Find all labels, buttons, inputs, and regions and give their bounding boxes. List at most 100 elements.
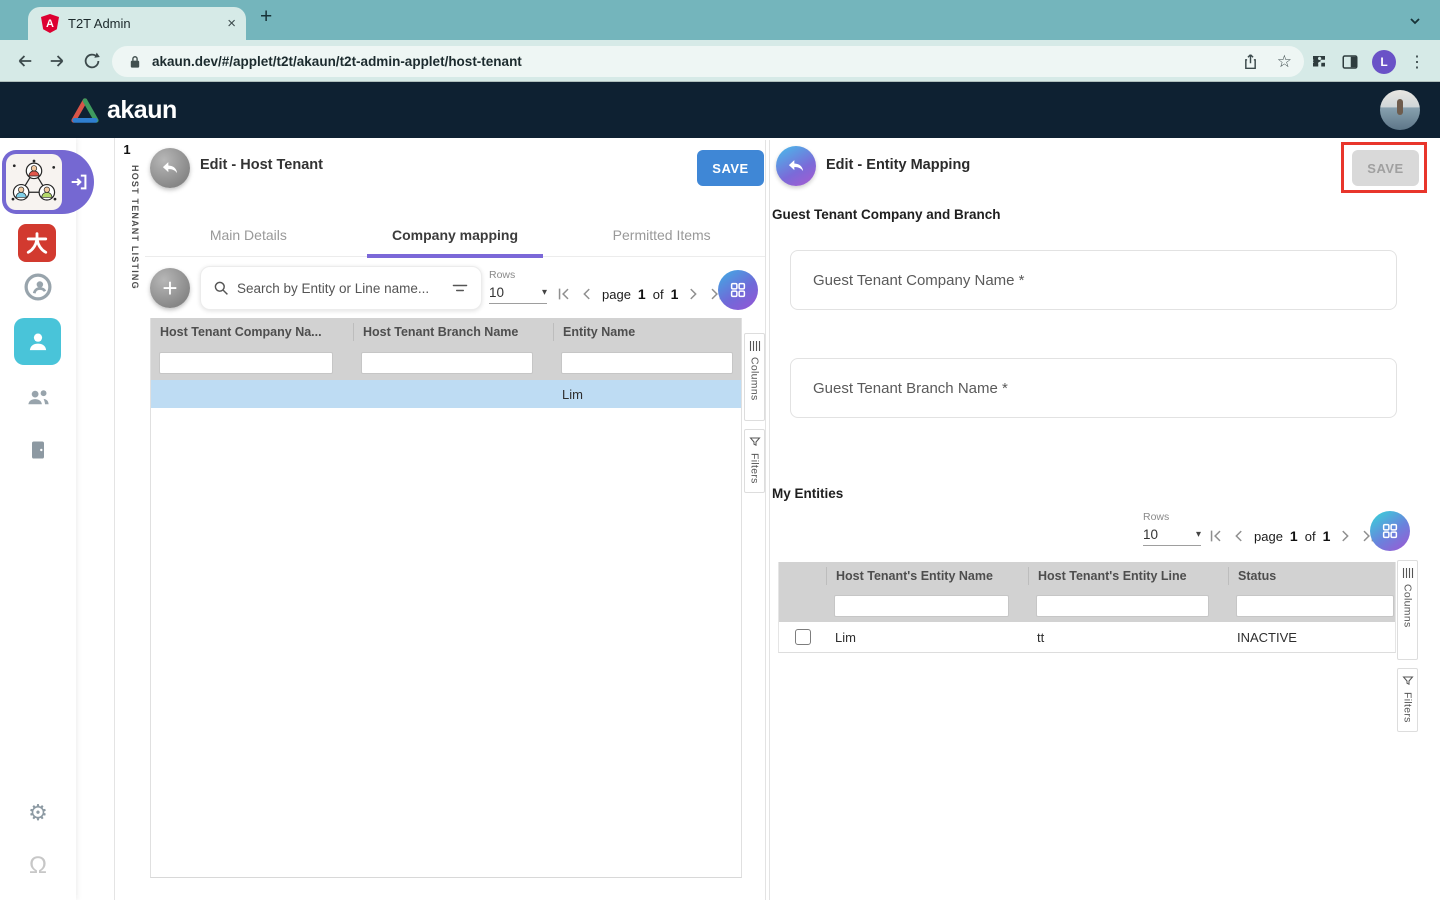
browser-back-button[interactable]	[14, 51, 34, 71]
cell-entity: Lim	[553, 387, 741, 402]
side-panel-icon[interactable]	[1341, 53, 1359, 71]
guest-company-field[interactable]: Guest Tenant Company Name *	[790, 250, 1397, 310]
page-number: 1	[1290, 528, 1298, 544]
settings-gear-icon[interactable]: ⚙	[0, 800, 76, 826]
favicon-letter: A	[46, 18, 54, 30]
tab-close-icon[interactable]: ×	[227, 15, 236, 32]
funnel-icon	[749, 436, 761, 448]
filter-branch-input[interactable]	[361, 352, 533, 374]
rows-select[interactable]: 10 ▾	[1143, 527, 1201, 546]
browser-actions: L ⋮	[1310, 46, 1435, 77]
sidebar-item-profile-app[interactable]	[0, 272, 76, 302]
col-entity-name[interactable]: Host Tenant's Entity Name	[826, 567, 1028, 585]
table-row[interactable]: Lim	[151, 380, 741, 408]
host-tenant-back-button[interactable]	[150, 148, 190, 188]
col-entity-name[interactable]: Entity Name	[553, 323, 741, 341]
sidebar-item-t2t-applet[interactable]	[2, 150, 94, 214]
entities-columns-button[interactable]: Columns	[1397, 560, 1418, 660]
browser-menu-icon[interactable]: ⋮	[1409, 52, 1425, 72]
akaun-triangle-icon	[70, 97, 100, 125]
bookmark-star-icon[interactable]: ☆	[1277, 52, 1292, 72]
grid-icon	[1381, 522, 1399, 540]
book-icon	[26, 438, 50, 462]
filter-entity-input[interactable]	[561, 352, 733, 374]
t2t-applet-icon	[6, 154, 62, 210]
host-tenant-save-button[interactable]: SAVE	[697, 150, 764, 186]
prev-page-icon[interactable]	[1231, 528, 1247, 544]
extensions-puzzle-icon[interactable]	[1310, 53, 1328, 71]
browser-tab[interactable]: A T2T Admin ×	[28, 7, 246, 40]
tab-main-details[interactable]: Main Details	[145, 214, 352, 256]
host-tenant-title: Edit - Host Tenant	[200, 157, 323, 173]
entities-rows-control: Rows 10 ▾	[1143, 511, 1201, 546]
col-status[interactable]: Status	[1228, 567, 1395, 585]
page-number: 1	[638, 286, 646, 302]
app-navbar	[0, 82, 1440, 138]
table-row[interactable]: Lim tt INACTIVE	[779, 622, 1395, 652]
table-header-row: Host Tenant's Entity Name Host Tenant's …	[779, 562, 1395, 590]
first-page-icon[interactable]	[1208, 528, 1224, 544]
add-mapping-button[interactable]: +	[150, 268, 190, 308]
share-icon[interactable]	[1242, 52, 1259, 71]
first-page-icon[interactable]	[556, 286, 572, 302]
sidebar-item-ledger[interactable]	[0, 438, 76, 462]
avatar-figure	[1397, 99, 1403, 115]
guest-branch-field[interactable]: Guest Tenant Branch Name *	[790, 358, 1397, 418]
funnel-icon	[1402, 675, 1414, 687]
account-profile-icon[interactable]: Ω	[0, 852, 76, 880]
next-page-icon[interactable]	[1337, 528, 1353, 544]
sidebar-item-tenant-active[interactable]	[14, 318, 61, 365]
columns-bars-icon	[1402, 567, 1414, 579]
total-pages: 1	[1323, 528, 1331, 544]
of-word: of	[1305, 529, 1316, 544]
row-checkbox[interactable]	[795, 629, 811, 645]
new-tab-button[interactable]: +	[260, 5, 272, 29]
browser-tab-strip: A T2T Admin × +	[0, 0, 1440, 40]
browser-profile-avatar[interactable]: L	[1372, 50, 1396, 74]
search-icon	[213, 280, 229, 296]
grid-view-button[interactable]	[718, 270, 758, 310]
tab-title: T2T Admin	[68, 16, 227, 31]
entities-pagination: page 1 of 1	[1208, 528, 1376, 544]
sidebar-item-dai-applet[interactable]	[18, 224, 56, 262]
of-word: of	[653, 287, 664, 302]
my-entities-label: My Entities	[772, 486, 843, 501]
col-entity-line[interactable]: Host Tenant's Entity Line	[1028, 567, 1228, 585]
listing-tab-label[interactable]: HOST TENANT LISTING	[114, 162, 140, 292]
filter-status-input[interactable]	[1236, 595, 1394, 617]
tab-permitted-items[interactable]: Permitted Items	[558, 214, 765, 256]
url-bar[interactable]: akaun.dev/#/applet/t2t/akaun/t2t-admin-a…	[112, 46, 1304, 77]
lock-icon	[128, 54, 142, 70]
browser-forward-button[interactable]	[48, 51, 68, 71]
panel-divider-2	[769, 140, 770, 900]
tab-company-mapping[interactable]: Company mapping	[352, 214, 559, 256]
filters-label: Filters	[1402, 692, 1414, 723]
cell-entity-line: tt	[1028, 630, 1228, 645]
rows-select[interactable]: 10 ▾	[489, 285, 547, 304]
filter-company-input[interactable]	[159, 352, 333, 374]
filter-entity-name-input[interactable]	[834, 595, 1009, 617]
filter-lines-icon[interactable]	[451, 280, 469, 296]
col-host-tenant-company[interactable]: Host Tenant Company Na...	[151, 323, 353, 341]
gear-glyph: ⚙	[28, 800, 48, 826]
page-word: page	[602, 287, 631, 302]
tab-search-chevron-icon[interactable]	[1408, 14, 1422, 28]
columns-button[interactable]: Columns	[744, 333, 765, 421]
sidebar-item-users[interactable]	[0, 384, 76, 411]
rows-label: Rows	[1143, 511, 1201, 523]
entities-filters-button[interactable]: Filters	[1397, 668, 1418, 732]
filters-button[interactable]: Filters	[744, 429, 765, 493]
entities-grid-view-button[interactable]	[1370, 511, 1410, 551]
next-page-icon[interactable]	[685, 286, 701, 302]
col-host-tenant-branch[interactable]: Host Tenant Branch Name	[353, 323, 553, 341]
filter-entity-line-input[interactable]	[1036, 595, 1209, 617]
mapping-search-input[interactable]	[237, 281, 451, 296]
caret-down-icon: ▾	[1196, 529, 1201, 540]
table-header-row: Host Tenant Company Na... Host Tenant Br…	[151, 318, 741, 346]
prev-page-icon[interactable]	[579, 286, 595, 302]
rows-per-page-control: Rows 10 ▾	[489, 269, 547, 304]
entity-mapping-title: Edit - Entity Mapping	[826, 157, 970, 173]
user-avatar[interactable]	[1380, 90, 1420, 130]
entity-mapping-back-button[interactable]	[776, 146, 816, 186]
browser-reload-button[interactable]	[82, 51, 102, 71]
